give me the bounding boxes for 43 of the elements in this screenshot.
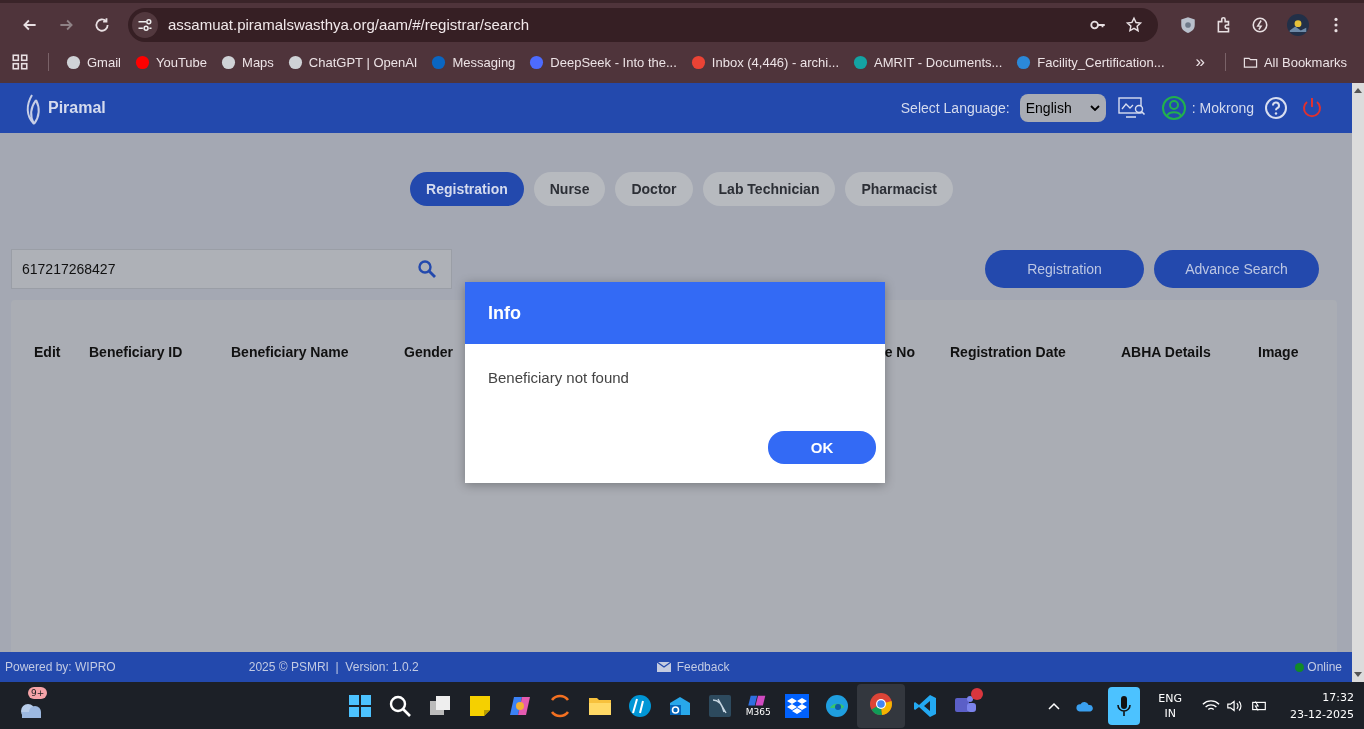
role-tab[interactable]: Registration	[410, 172, 524, 206]
column-header: Image	[1258, 344, 1299, 360]
action-button[interactable]: Advance Search	[1154, 249, 1319, 288]
dialog-message: Beneficiary not found	[488, 369, 629, 386]
column-header: Beneficiary Name	[231, 344, 349, 360]
role-tab[interactable]: Pharmacist	[845, 172, 953, 206]
brand-name: Piramal	[48, 99, 106, 117]
bookmark[interactable]: YouTube	[127, 54, 215, 70]
language-select[interactable]: English	[1019, 94, 1106, 122]
search-field[interactable]: 617217268427	[11, 248, 452, 289]
column-header: Edit	[34, 344, 61, 360]
bookmark[interactable]: Gmail	[59, 54, 128, 70]
column-header: e No	[884, 344, 915, 360]
dialog-title: Info	[488, 302, 521, 324]
role-tab[interactable]: Nurse	[533, 172, 606, 206]
bookmark[interactable]: AMRIT - Documents...	[846, 54, 1010, 70]
bookmark[interactable]: ChatGPT | OpenAI	[280, 54, 425, 70]
notification-badge: 9+	[28, 686, 48, 699]
input-language-indicator[interactable]: ENG IN	[1158, 690, 1183, 721]
role-tab[interactable]: Lab Technician	[702, 172, 836, 206]
powered-by-text: Powered by: WIPRO	[5, 660, 116, 674]
version-text: 2025 © PSMRI | Version: 1.0.2	[248, 660, 419, 674]
column-header: ABHA Details	[1121, 344, 1211, 360]
bookmark[interactable]: Inbox (4,446) - archi...	[683, 54, 846, 70]
feedback-link[interactable]: Feedback	[676, 660, 730, 674]
column-header: Registration Date	[950, 344, 1066, 360]
url-text: assamuat.piramalswasthya.org/aam/#/registrar/search	[168, 16, 529, 33]
address-bar[interactable]: assamuat.piramalswasthya.org/aam/#/registrar/search	[128, 7, 1158, 42]
column-header: Beneficiary ID	[89, 344, 183, 360]
all-bookmarks-button[interactable]: All Bookmarks	[1235, 54, 1354, 70]
more-bookmarks-chevron[interactable]: »	[1195, 52, 1205, 72]
role-tab[interactable]: Doctor	[615, 172, 693, 206]
status-text: Online	[1307, 660, 1342, 674]
ok-button[interactable]: OK	[768, 431, 876, 464]
action-button[interactable]: Registration	[985, 249, 1144, 288]
bookmark[interactable]: Facility_Certification...	[1009, 54, 1172, 70]
bookmark[interactable]: Messaging	[424, 54, 523, 70]
bookmark[interactable]: Maps	[214, 54, 281, 70]
column-header: Gender	[404, 344, 453, 360]
language-label: Select Language:	[900, 100, 1010, 116]
user-name: : Mokrong	[1191, 100, 1254, 116]
clock[interactable]: 17:32 23-12-2025	[1290, 688, 1354, 723]
bookmark[interactable]: DeepSeek - Into the...	[522, 54, 684, 70]
